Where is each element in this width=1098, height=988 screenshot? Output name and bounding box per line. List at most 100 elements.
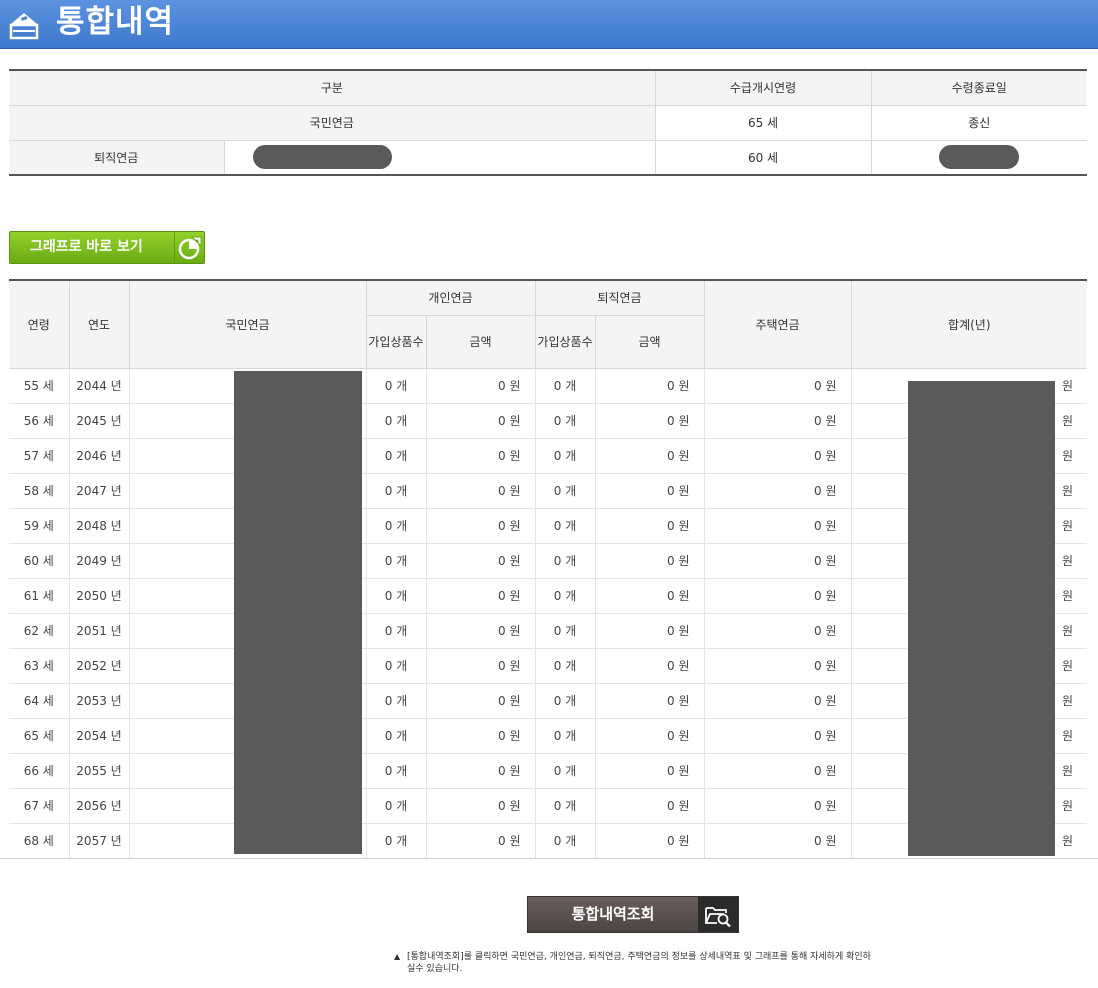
cell-retirement-products: 0 개 — [534, 542, 596, 579]
summary-row-national: 국민연금 65 세 종신 — [9, 104, 1087, 141]
graph-view-button-label: 그래프로 바로 보기 — [30, 239, 143, 255]
cell-year: 2051 년 — [68, 612, 130, 649]
summary-header-row: 구분 수급개시연령 수령종료일 — [9, 70, 1087, 106]
cell-age: 60 세 — [9, 542, 70, 579]
summary-national-end-date: 종신 — [870, 104, 1087, 141]
summary-header-end-date: 수령종료일 — [870, 70, 1087, 106]
cell-personal-amount: 0 원 — [425, 542, 536, 579]
cell-personal-amount: 0 원 — [425, 682, 536, 719]
cell-housing: 0 원 — [703, 367, 852, 404]
redacted-product-name — [252, 145, 392, 170]
cell-housing: 0 원 — [703, 682, 852, 719]
cell-personal-amount: 0 원 — [425, 577, 536, 614]
cell-retirement-products: 0 개 — [534, 752, 596, 789]
cell-retirement-products: 0 개 — [534, 437, 596, 474]
cell-year: 2055 년 — [68, 752, 130, 789]
cell-retirement-products: 0 개 — [534, 577, 596, 614]
col-header-total: 합계(년) — [850, 280, 1088, 369]
cell-housing: 0 원 — [703, 717, 852, 754]
graph-view-button[interactable]: 그래프로 바로 보기 — [9, 231, 205, 264]
cell-housing: 0 원 — [703, 437, 852, 474]
cell-personal-amount: 0 원 — [425, 752, 536, 789]
cell-personal-amount: 0 원 — [425, 717, 536, 754]
cell-personal-products: 0 개 — [365, 752, 427, 789]
cell-age: 58 세 — [9, 472, 70, 509]
cell-personal-amount: 0 원 — [425, 612, 536, 649]
cell-retirement-amount: 0 원 — [594, 612, 705, 649]
table-bottom-rule — [0, 858, 1098, 859]
cell-retirement-products: 0 개 — [534, 507, 596, 544]
cell-year: 2045 년 — [68, 402, 130, 439]
cell-personal-products: 0 개 — [365, 822, 427, 859]
cell-retirement-products: 0 개 — [534, 787, 596, 824]
page-header: 통합내역 — [0, 0, 1098, 49]
cell-year: 2053 년 — [68, 682, 130, 719]
cell-year: 2049 년 — [68, 542, 130, 579]
cell-age: 68 세 — [9, 822, 70, 859]
cell-retirement-amount: 0 원 — [594, 402, 705, 439]
inquiry-note-text: [통합내역조회]를 클릭하면 국민연금, 개인연금, 퇴직연금, 주택연금의 정… — [407, 952, 871, 974]
col-header-retirement: 퇴직연금 — [534, 280, 705, 316]
cell-year: 2044 년 — [68, 367, 130, 404]
integrated-inquiry-button[interactable]: 통합내역조회 — [527, 896, 739, 933]
cell-personal-amount: 0 원 — [425, 647, 536, 684]
cell-year: 2052 년 — [68, 647, 130, 684]
cell-retirement-amount: 0 원 — [594, 787, 705, 824]
cell-personal-amount: 0 원 — [425, 472, 536, 509]
cell-personal-products: 0 개 — [365, 717, 427, 754]
cell-personal-products: 0 개 — [365, 472, 427, 509]
col-header-personal-amount: 금액 — [425, 314, 536, 369]
triangle-bullet-icon: ▲ — [394, 952, 401, 961]
cell-retirement-amount: 0 원 — [594, 752, 705, 789]
cell-age: 62 세 — [9, 612, 70, 649]
cell-year: 2050 년 — [68, 577, 130, 614]
cell-retirement-products: 0 개 — [534, 367, 596, 404]
cell-retirement-amount: 0 원 — [594, 682, 705, 719]
page-title: 통합내역 — [56, 4, 175, 40]
summary-retirement-product — [223, 139, 656, 175]
cell-retirement-amount: 0 원 — [594, 577, 705, 614]
cell-personal-products: 0 개 — [365, 682, 427, 719]
redacted-end-date — [939, 145, 1020, 170]
cell-retirement-amount: 0 원 — [594, 367, 705, 404]
cell-housing: 0 원 — [703, 612, 852, 649]
cell-age: 57 세 — [9, 437, 70, 474]
col-header-personal-products: 가입상품수 — [366, 314, 427, 369]
cell-retirement-amount: 0 원 — [594, 472, 705, 509]
integrated-inquiry-button-label: 통합내역조회 — [571, 905, 655, 923]
redacted-total-column — [908, 381, 1055, 856]
cell-personal-products: 0 개 — [365, 612, 427, 649]
button-divider — [174, 232, 175, 263]
cell-age: 63 세 — [9, 647, 70, 684]
summary-retirement-label: 퇴직연금 — [9, 139, 225, 175]
cell-retirement-amount: 0 원 — [594, 507, 705, 544]
cell-personal-products: 0 개 — [365, 507, 427, 544]
cell-retirement-products: 0 개 — [534, 717, 596, 754]
col-header-age: 연령 — [9, 280, 70, 369]
cell-personal-products: 0 개 — [365, 402, 427, 439]
cell-year: 2048 년 — [68, 507, 130, 544]
cell-retirement-amount: 0 원 — [594, 822, 705, 859]
cell-personal-amount: 0 원 — [425, 367, 536, 404]
cell-age: 67 세 — [9, 787, 70, 824]
cell-age: 59 세 — [9, 507, 70, 544]
redacted-national-column — [234, 371, 362, 854]
table-header-row-1: 연령 연도 국민연금 개인연금 퇴직연금 주택연금 합계(년) — [9, 280, 1088, 369]
cell-retirement-amount: 0 원 — [594, 542, 705, 579]
summary-national-label: 국민연금 — [9, 104, 656, 141]
summary-retirement-start-age: 60 세 — [654, 139, 872, 175]
summary-table: 구분 수급개시연령 수령종료일 국민연금 65 세 종신 퇴직연금 60 세 — [9, 69, 1087, 176]
cell-housing: 0 원 — [703, 542, 852, 579]
inquiry-note: ▲ [통합내역조회]를 클릭하면 국민연금, 개인연금, 퇴직연금, 주택연금의… — [394, 951, 874, 975]
pie-chart-icon — [178, 236, 202, 260]
cell-personal-products: 0 개 — [365, 787, 427, 824]
cell-age: 55 세 — [9, 367, 70, 404]
summary-national-start-age: 65 세 — [654, 104, 872, 141]
cell-personal-amount: 0 원 — [425, 507, 536, 544]
cell-age: 64 세 — [9, 682, 70, 719]
inquiry-icon-box — [698, 897, 738, 932]
cell-personal-products: 0 개 — [365, 647, 427, 684]
col-header-retirement-products: 가입상품수 — [534, 314, 596, 369]
summary-header-category: 구분 — [9, 70, 656, 106]
cell-personal-products: 0 개 — [365, 437, 427, 474]
